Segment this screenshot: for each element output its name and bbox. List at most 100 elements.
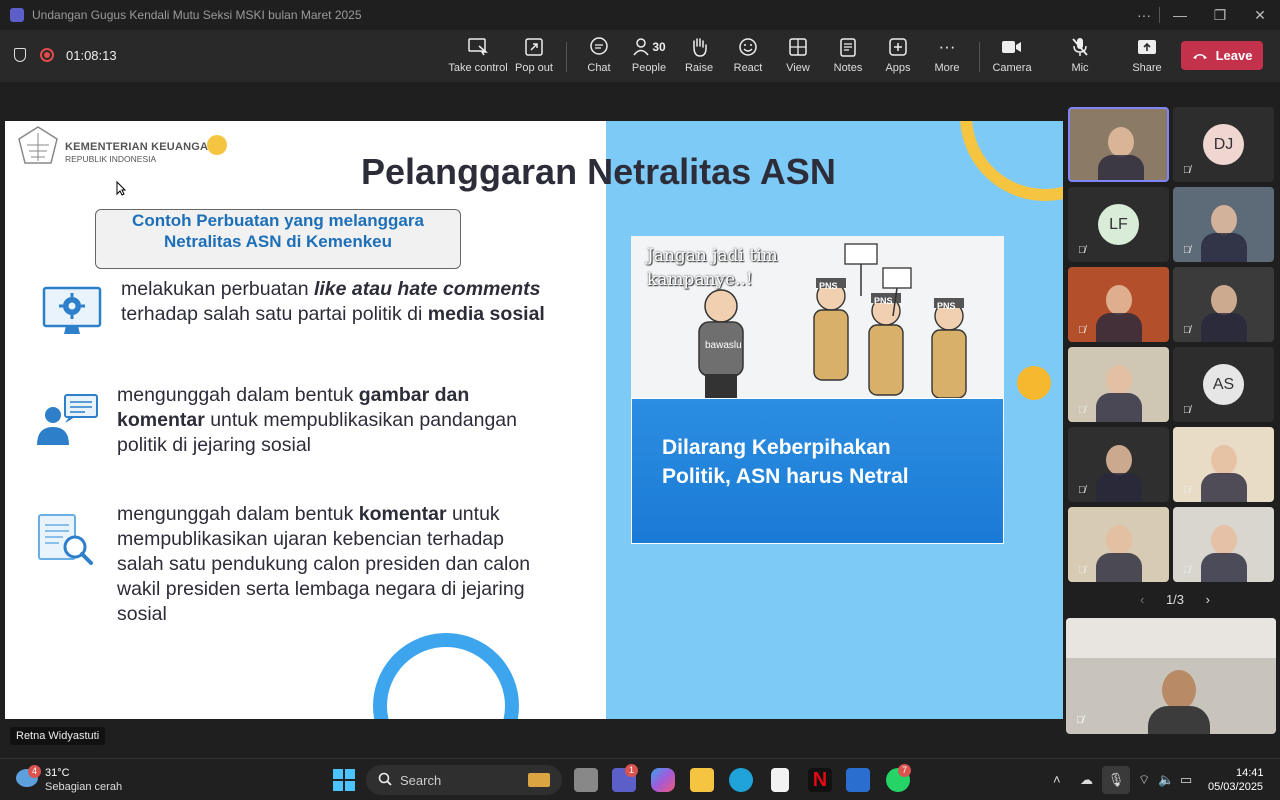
netflix-icon[interactable]: N: [808, 768, 832, 792]
mic-off-icon: 🎙̸: [1078, 405, 1086, 416]
store-icon[interactable]: [846, 768, 870, 792]
apps-label: Apps: [885, 62, 911, 74]
start-button[interactable]: [333, 769, 355, 791]
participant-video-person: [1106, 525, 1132, 555]
notes-button[interactable]: Notes: [834, 36, 862, 78]
prev-page-chevron-icon[interactable]: ‹: [1140, 592, 1144, 607]
file-explorer-icon[interactable]: [690, 768, 714, 792]
minimize-button[interactable]: —: [1160, 0, 1200, 30]
shield-icon[interactable]: [14, 48, 26, 62]
participant-tile[interactable]: 🎙̸: [1173, 187, 1274, 262]
participant-video-person: [1106, 285, 1132, 315]
apps-button[interactable]: Apps: [885, 36, 911, 78]
tray-overflow-chevron-icon[interactable]: ˄: [1053, 772, 1061, 787]
participant-tile[interactable]: 🎙̸: [1068, 427, 1169, 502]
person-comment-icon: [37, 394, 98, 445]
participant-tile[interactable]: 🎙̸: [1173, 267, 1274, 342]
close-button[interactable]: ✕: [1240, 0, 1280, 30]
decorative-dot: [207, 135, 227, 155]
taskbar-search[interactable]: Search: [366, 765, 562, 795]
participant-video-body: [1201, 313, 1247, 342]
more-label: More: [934, 62, 960, 74]
participant-video-body: [1096, 553, 1142, 582]
participant-tile[interactable]: 🎙̸: [1173, 507, 1274, 582]
next-page-chevron-icon[interactable]: ›: [1206, 592, 1210, 607]
edge-icon[interactable]: [729, 768, 753, 792]
window-controls: ··· — ❐ ✕: [1129, 0, 1280, 30]
take-control-button[interactable]: Take control: [448, 36, 508, 78]
participant-video-person: [1211, 285, 1237, 315]
video-person-face: [1162, 670, 1196, 710]
share-button[interactable]: Share: [1132, 36, 1162, 78]
react-button[interactable]: React: [734, 36, 762, 78]
gallery-pager: ‹ 1/3 ›: [1140, 592, 1210, 607]
clock-date: 05/03/2025: [1208, 781, 1264, 793]
document-icon[interactable]: [771, 768, 789, 792]
participant-tile[interactable]: AS 🎙̸: [1173, 347, 1274, 422]
cartoon-sign-2: PNS: [874, 296, 893, 306]
mic-off-icon: 🎙̸: [1078, 565, 1086, 576]
window-titlebar: Undangan Gugus Kendali Mutu Seksi MSKI b…: [0, 0, 1280, 30]
mic-muted-icon[interactable]: 🎙: [1102, 766, 1130, 794]
teams-badge: 1: [625, 764, 638, 777]
participant-tile[interactable]: 🎙̸: [1068, 347, 1169, 422]
participant-video-person: [1106, 445, 1132, 475]
teams-app-icon: [10, 8, 24, 22]
document-search-icon: [38, 514, 93, 565]
participant-video-body: [1098, 155, 1144, 180]
participant-avatar: LF: [1098, 204, 1139, 245]
violation-item-2-text: mengunggah dalam bentuk gambar dan komen…: [117, 384, 517, 456]
pop-out-icon: [525, 36, 543, 58]
camera-icon: [1002, 36, 1022, 58]
pop-out-label: Pop out: [515, 62, 553, 74]
chat-label: Chat: [587, 62, 611, 74]
more-options-icon[interactable]: ···: [1129, 0, 1159, 30]
battery-icon[interactable]: ▭: [1180, 772, 1192, 788]
participant-tile[interactable]: LF 🎙̸: [1068, 187, 1169, 262]
mic-off-icon: 🎙̸: [1183, 245, 1191, 256]
more-button[interactable]: ··· More: [933, 36, 961, 78]
participant-video-large[interactable]: 🎙̸: [1066, 618, 1276, 734]
participant-video-person: [1211, 445, 1237, 475]
recording-icon[interactable]: [40, 48, 54, 62]
slide-title: Pelanggaran Netralitas ASN: [361, 151, 836, 192]
participant-video-body: [1201, 233, 1247, 262]
raise-hand-button[interactable]: Raise: [685, 36, 713, 78]
mic-button[interactable]: Mic: [1068, 36, 1092, 78]
participant-tile[interactable]: 🎙̸: [1068, 507, 1169, 582]
search-label: Search: [400, 772, 442, 788]
copilot-icon[interactable]: [651, 768, 675, 792]
cartoon-sign-1: PNS: [819, 281, 838, 291]
search-icon: [378, 772, 392, 789]
decorative-ring: [373, 633, 519, 719]
people-button[interactable]: 30 People: [630, 36, 668, 78]
restore-button[interactable]: ❐: [1200, 0, 1240, 30]
task-view-icon[interactable]: [574, 768, 598, 792]
presenter-name-tag: Retna Widyastuti: [10, 727, 106, 745]
decorative-dot: [1017, 366, 1051, 400]
leave-button[interactable]: Leave: [1181, 41, 1263, 70]
mic-off-icon: [1071, 36, 1089, 58]
volume-icon[interactable]: 🔈: [1158, 772, 1174, 788]
take-control-icon: [468, 36, 488, 58]
mic-off-icon: 🎙̸: [1183, 405, 1191, 416]
participant-tile[interactable]: 🎙̸: [1173, 427, 1274, 502]
search-highlight-icon: [528, 773, 550, 787]
weather-badge: 4: [28, 765, 41, 778]
participant-tile[interactable]: DJ 🎙̸: [1173, 107, 1274, 182]
pop-out-button[interactable]: Pop out: [515, 36, 553, 78]
cartoon-illustration: Jangan jadi tim kampanye..! PNS PNS PNS …: [631, 236, 1004, 398]
video-person-body: [1148, 706, 1210, 734]
camera-button[interactable]: Camera: [992, 36, 1032, 78]
view-label: View: [786, 62, 810, 74]
wifi-icon[interactable]: ⌔: [1138, 772, 1150, 788]
logo-text-republic: REPUBLIK INDONESIA: [65, 154, 157, 164]
chat-button[interactable]: Chat: [586, 36, 612, 78]
view-button[interactable]: View: [786, 36, 810, 78]
participant-video-body: [1096, 313, 1142, 342]
window-title: Undangan Gugus Kendali Mutu Seksi MSKI b…: [32, 8, 362, 22]
participant-avatar: DJ: [1203, 124, 1244, 165]
cloud-off-icon[interactable]: ☁: [1080, 772, 1093, 788]
participant-tile[interactable]: 🎙̸: [1068, 267, 1169, 342]
participant-tile[interactable]: [1068, 107, 1169, 182]
